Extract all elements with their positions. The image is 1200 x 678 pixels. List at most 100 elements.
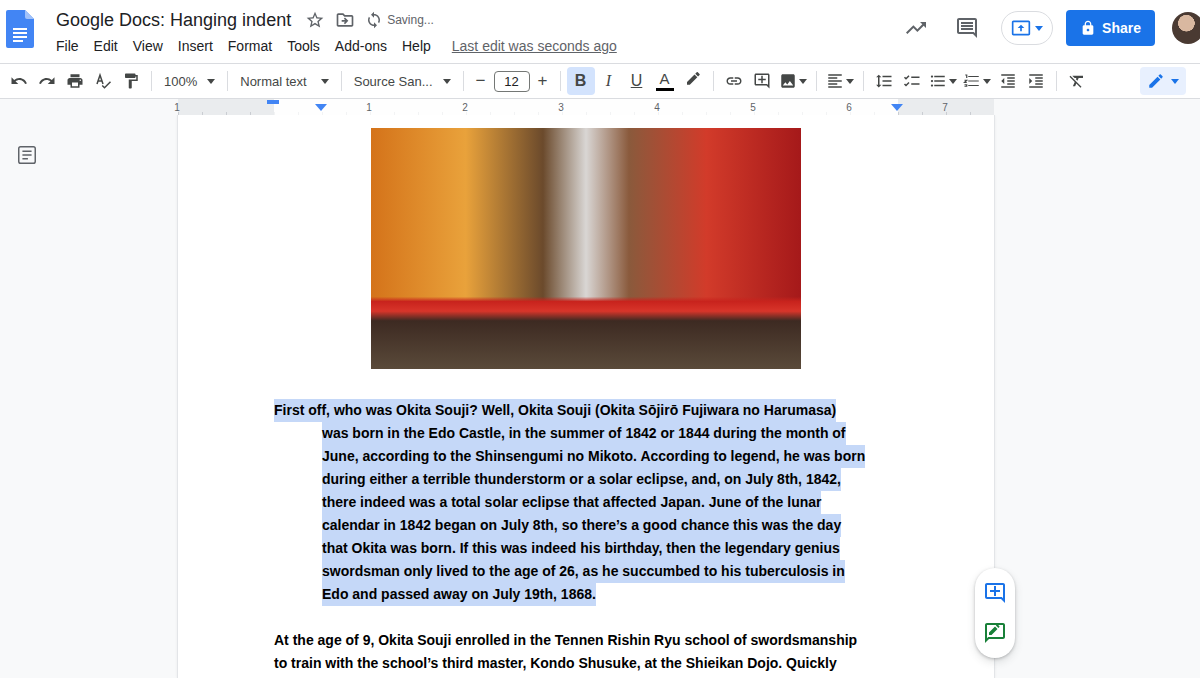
format-label[interactable]: I <box>606 72 611 90</box>
clear-formatting-button[interactable] <box>1063 67 1091 95</box>
highlighter-icon[interactable] <box>684 72 702 90</box>
format-button[interactable]: U <box>623 67 651 95</box>
text-line[interactable]: Edo and passed away on July 19th, 1868. <box>274 583 898 606</box>
menu-item[interactable]: Add-ons <box>335 38 387 54</box>
present-button[interactable] <box>1001 11 1053 45</box>
dropdown-caret-icon[interactable] <box>207 79 215 84</box>
format-label[interactable]: A <box>659 71 669 87</box>
format-label[interactable]: B <box>575 72 587 90</box>
dropdown-caret-icon[interactable] <box>799 79 807 84</box>
paint-format-button[interactable] <box>117 67 145 95</box>
line-text[interactable]: there indeed was a total solar eclipse t… <box>322 491 821 514</box>
add-comment-icon[interactable] <box>753 72 771 90</box>
insert-link-button[interactable] <box>720 67 748 95</box>
share-button[interactable]: Share <box>1066 10 1155 46</box>
format-button[interactable]: A <box>651 67 679 95</box>
text-line[interactable]: that Okita was born. If this was indeed … <box>274 537 898 560</box>
checklist-icon[interactable] <box>903 72 921 90</box>
line-text[interactable]: to train with the school’s third master,… <box>274 652 837 675</box>
paragraph-style-value[interactable]: Normal text <box>240 74 306 89</box>
menu-item[interactable]: Format <box>228 38 272 54</box>
print-icon[interactable] <box>66 72 84 90</box>
paragraph-style-select[interactable]: Normal text <box>234 67 334 95</box>
bulleted-list-button[interactable] <box>926 67 960 95</box>
dropdown-caret-icon[interactable] <box>443 79 451 84</box>
move-folder-icon[interactable] <box>335 10 355 30</box>
menu-item[interactable]: Help <box>402 38 431 54</box>
dropdown-caret-icon[interactable] <box>983 79 991 84</box>
outdent-icon[interactable] <box>999 72 1017 90</box>
font-size-input[interactable]: 12 <box>494 71 530 92</box>
format-label[interactable]: U <box>631 72 643 90</box>
present-icon[interactable] <box>1011 18 1031 38</box>
image-icon[interactable] <box>779 72 797 90</box>
text-line[interactable]: to train with the school’s third master,… <box>274 652 898 675</box>
align-button[interactable] <box>823 67 857 95</box>
line-text[interactable]: June, according to the Shinsengumi no Mi… <box>322 445 865 468</box>
undo-button[interactable] <box>5 67 33 95</box>
comment-history-icon[interactable] <box>955 16 979 40</box>
checklist-button[interactable] <box>898 67 926 95</box>
paragraph[interactable]: First off, who was Okita Souji? Well, Ok… <box>274 399 898 606</box>
document-title[interactable]: Google Docs: Hanging indent <box>56 10 291 31</box>
dropdown-caret-icon[interactable] <box>1171 79 1179 84</box>
text-line[interactable]: was born in the Edo Castle, in the summe… <box>274 422 898 445</box>
pencil-icon[interactable] <box>1147 72 1165 90</box>
increase-indent-button[interactable] <box>1022 67 1050 95</box>
zoom-value[interactable]: 100% <box>164 74 197 89</box>
dropdown-caret-icon[interactable] <box>321 79 329 84</box>
spellcheck-button[interactable] <box>89 67 117 95</box>
spellcheck-icon[interactable] <box>94 72 112 90</box>
menu-item[interactable]: File <box>56 38 79 54</box>
line-text[interactable]: swordsman only lived to the age of 26, a… <box>322 560 845 583</box>
insert-image-button[interactable] <box>776 67 810 95</box>
decrease-indent-button[interactable] <box>994 67 1022 95</box>
line-text[interactable]: calendar in 1842 began on July 8th, so t… <box>322 514 841 537</box>
font-select[interactable]: Source San... <box>348 67 457 95</box>
bulleted-list-icon[interactable] <box>929 72 947 90</box>
link-icon[interactable] <box>725 72 743 90</box>
numbered-list-button[interactable] <box>960 67 994 95</box>
text-line[interactable]: during either a terrible thunderstorm or… <box>274 468 898 491</box>
document-page[interactable]: First off, who was Okita Souji? Well, Ok… <box>178 115 994 678</box>
activity-trend-icon[interactable] <box>904 16 928 40</box>
menu-item[interactable]: Edit <box>94 38 118 54</box>
numbered-list-icon[interactable] <box>963 72 981 90</box>
add-comment-icon[interactable] <box>983 581 1007 605</box>
redo-button[interactable] <box>33 67 61 95</box>
dropdown-caret-icon[interactable] <box>949 79 957 84</box>
line-text[interactable]: First off, who was Okita Souji? Well, Ok… <box>274 399 836 422</box>
share-label[interactable]: Share <box>1102 20 1141 36</box>
photo[interactable] <box>371 128 801 369</box>
docs-logo-icon[interactable] <box>6 10 34 48</box>
line-text[interactable]: during either a terrible thunderstorm or… <box>322 468 841 491</box>
ruler-left-margin[interactable] <box>178 99 274 115</box>
line-spacing-icon[interactable] <box>875 72 893 90</box>
star-icon[interactable] <box>305 10 325 30</box>
format-button[interactable]: B <box>567 67 595 95</box>
account-avatar[interactable] <box>1172 12 1200 44</box>
suggest-edits-icon[interactable] <box>983 621 1007 645</box>
increase-font-size-button[interactable]: + <box>532 67 554 95</box>
format-button[interactable]: I <box>595 67 623 95</box>
document-outline-icon[interactable] <box>16 144 38 166</box>
last-edit-link[interactable]: Last edit was seconds ago <box>452 38 617 54</box>
text-line[interactable]: calendar in 1842 began on July 8th, so t… <box>274 514 898 537</box>
dropdown-caret-icon[interactable] <box>846 79 854 84</box>
logo[interactable] <box>6 0 56 52</box>
align-left-icon[interactable] <box>826 72 844 90</box>
line-text[interactable]: was born in the Edo Castle, in the summe… <box>322 422 846 445</box>
line-text[interactable]: that Okita was born. If this was indeed … <box>322 537 840 560</box>
text-line[interactable]: June, according to the Shinsengumi no Mi… <box>274 445 898 468</box>
text-line[interactable]: there indeed was a total solar eclipse t… <box>274 491 898 514</box>
text-line[interactable]: First off, who was Okita Souji? Well, Ok… <box>274 399 898 422</box>
print-button[interactable] <box>61 67 89 95</box>
paint-roller-icon[interactable] <box>122 72 140 90</box>
line-text[interactable]: Edo and passed away on July 19th, 1868. <box>322 583 596 606</box>
lock-icon[interactable] <box>1080 20 1096 36</box>
right-indent-marker[interactable] <box>891 104 903 111</box>
decrease-font-size-button[interactable]: − <box>470 67 492 95</box>
line-spacing-button[interactable] <box>870 67 898 95</box>
undo-icon[interactable] <box>10 72 28 90</box>
zoom-select[interactable]: 100% <box>158 67 221 95</box>
